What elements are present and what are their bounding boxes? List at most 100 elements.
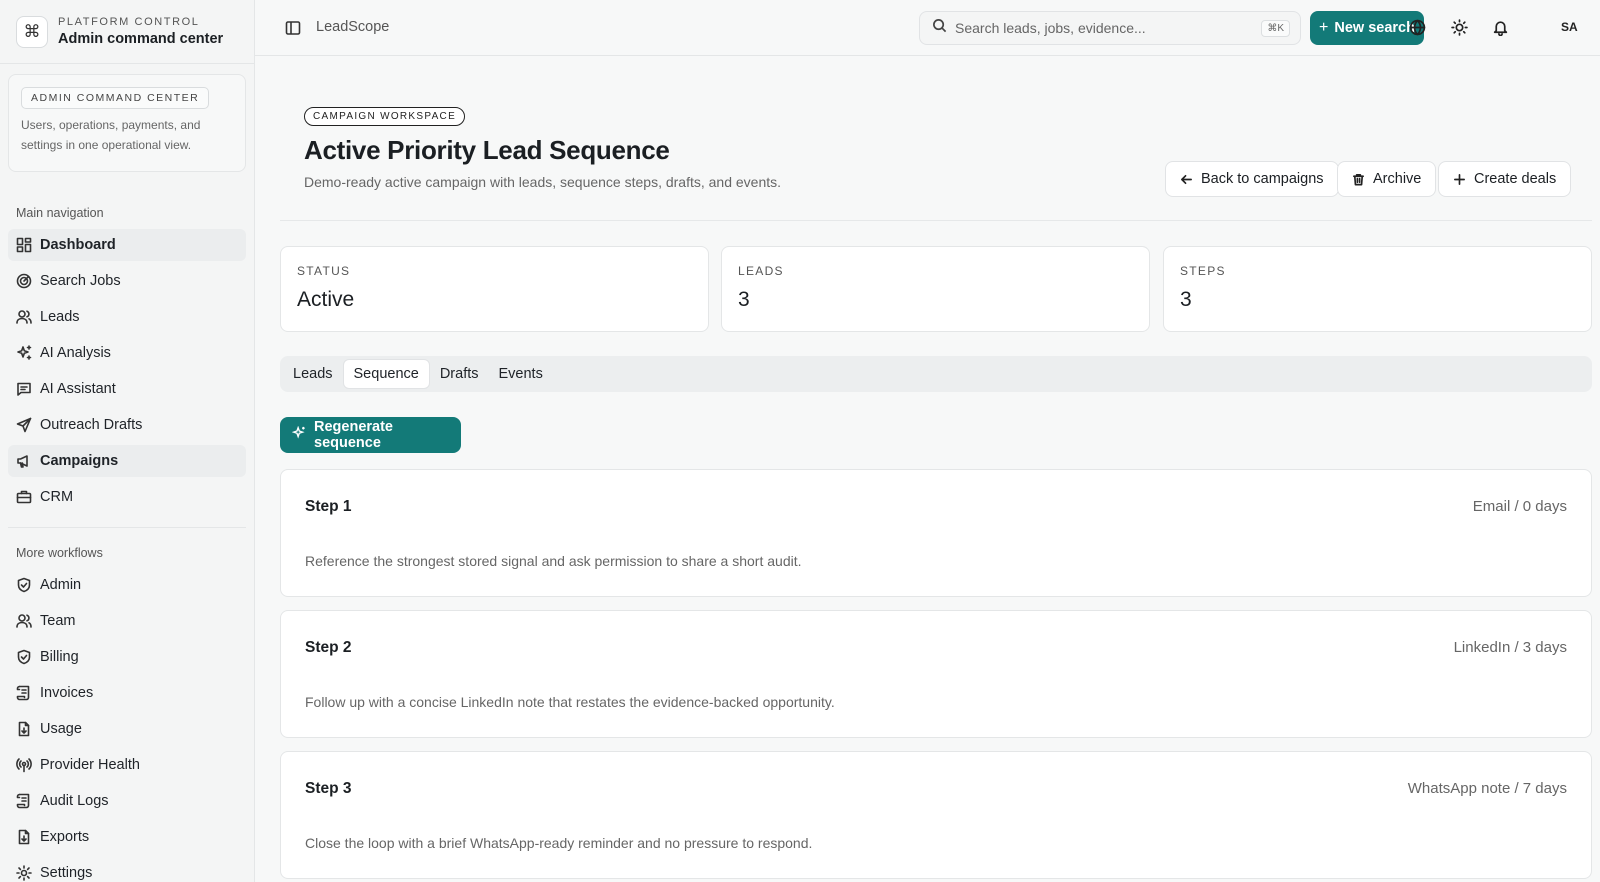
step-title: Step 1 — [305, 498, 352, 515]
stat-label: LEADS — [738, 264, 784, 278]
stat-value: 3 — [1180, 288, 1192, 311]
brand-title: Admin command center — [58, 31, 224, 47]
brand-kicker: PLATFORM CONTROL — [58, 16, 200, 28]
admin-card-description: Users, operations, payments, and setting… — [21, 118, 201, 152]
theme-toggle-icon[interactable] — [1451, 19, 1468, 36]
sidebar-item-provider-health[interactable]: Provider Health — [8, 749, 246, 781]
sidebar-item-label: Admin — [40, 577, 82, 593]
global-search[interactable]: ⌘K — [919, 11, 1301, 45]
scroll-icon — [16, 793, 32, 809]
regenerate-label: Regenerate sequence — [314, 419, 393, 451]
sidebar-item-label: Billing — [40, 649, 79, 665]
avatar[interactable]: SA — [1561, 20, 1578, 34]
step-channel-delay: LinkedIn / 3 days — [1453, 639, 1567, 656]
step-description: Reference the strongest stored signal an… — [305, 553, 802, 569]
topbar: LeadScope ⌘K + New search SA — [255, 0, 1600, 56]
regenerate-sequence-button[interactable]: Regenerate sequence — [280, 417, 461, 453]
campaign-workspace-badge: CAMPAIGN WORKSPACE — [304, 107, 466, 126]
tab-sequence[interactable]: Sequence — [342, 359, 430, 389]
sidebar-item-label: Exports — [40, 829, 90, 845]
sidebar: ⌘ PLATFORM CONTROL Admin command center … — [0, 0, 255, 882]
sidebar-item-label: Search Jobs — [40, 273, 121, 289]
sidebar-item-audit-logs[interactable]: Audit Logs — [8, 785, 246, 817]
plus-icon: + — [1319, 19, 1329, 36]
sidebar-toggle-icon[interactable] — [285, 20, 301, 36]
more-workflows-heading: More workflows — [16, 546, 103, 560]
stat-value: Active — [297, 288, 355, 311]
stat-label: STEPS — [1180, 264, 1226, 278]
scroll-icon — [16, 685, 32, 701]
sidebar-item-leads[interactable]: Leads — [8, 301, 246, 333]
stat-card-steps: STEPS 3 — [1163, 246, 1592, 332]
step-channel-delay: Email / 0 days — [1472, 498, 1567, 515]
sidebar-item-usage[interactable]: Usage — [8, 713, 246, 745]
sidebar-item-label: CRM — [40, 489, 74, 505]
sequence-step-card: Step 3 WhatsApp note / 7 days Close the … — [280, 751, 1592, 879]
admin-info-card: ADMIN COMMAND CENTER Users, operations, … — [8, 74, 246, 172]
shield-check-icon — [16, 577, 32, 593]
megaphone-icon — [16, 453, 32, 469]
brand[interactable]: ⌘ PLATFORM CONTROL Admin command center — [0, 0, 254, 64]
create-deals-button[interactable]: Create deals — [1438, 161, 1572, 197]
users-icon — [16, 309, 32, 325]
main-content: CAMPAIGN WORKSPACE Active Priority Lead … — [255, 56, 1600, 882]
briefcase-icon — [16, 489, 32, 505]
arrow-left-icon — [1180, 173, 1193, 186]
send-icon — [16, 417, 32, 433]
create-deals-label: Create deals — [1474, 171, 1557, 187]
sidebar-item-campaigns[interactable]: Campaigns — [8, 445, 246, 477]
sidebar-item-label: Usage — [40, 721, 82, 737]
file-down-icon — [16, 829, 32, 845]
sidebar-item-label: AI Analysis — [40, 345, 111, 361]
sidebar-item-label: Team — [40, 613, 76, 629]
search-input[interactable] — [955, 20, 1255, 36]
sidebar-item-ai-assistant[interactable]: AI Assistant — [8, 373, 246, 405]
new-search-button[interactable]: + New search — [1310, 11, 1424, 45]
page-subtitle: Demo-ready active campaign with leads, s… — [304, 174, 782, 190]
back-to-campaigns-button[interactable]: Back to campaigns — [1165, 161, 1339, 197]
sidebar-item-team[interactable]: Team — [8, 605, 246, 637]
sidebar-item-label: Settings — [40, 865, 93, 881]
trash-icon — [1352, 173, 1365, 186]
dashboard-icon — [16, 237, 32, 253]
sidebar-item-ai-analysis[interactable]: AI Analysis — [8, 337, 246, 369]
tab-leads[interactable]: Leads — [283, 359, 343, 389]
radio-icon — [16, 757, 32, 773]
sidebar-item-search-jobs[interactable]: Search Jobs — [8, 265, 246, 297]
sidebar-item-label: Audit Logs — [40, 793, 109, 809]
main-nav-heading: Main navigation — [16, 206, 104, 220]
radar-icon — [16, 273, 32, 289]
sidebar-item-admin[interactable]: Admin — [8, 569, 246, 601]
stat-value: 3 — [738, 288, 750, 311]
message-icon — [16, 381, 32, 397]
shield-icon — [16, 649, 32, 665]
tab-events[interactable]: Events — [489, 359, 553, 389]
step-description: Close the loop with a brief WhatsApp-rea… — [305, 835, 813, 851]
sidebar-item-exports[interactable]: Exports — [8, 821, 246, 853]
search-icon — [932, 18, 947, 38]
sidebar-item-dashboard[interactable]: Dashboard — [8, 229, 246, 261]
sequence-step-card: Step 1 Email / 0 days Reference the stro… — [280, 469, 1592, 597]
stat-label: STATUS — [297, 264, 351, 278]
new-search-label: New search — [1334, 20, 1415, 36]
admin-badge: ADMIN COMMAND CENTER — [21, 87, 210, 109]
tab-drafts[interactable]: Drafts — [430, 359, 489, 389]
header-divider — [280, 220, 1592, 221]
sidebar-item-label: Outreach Drafts — [40, 417, 143, 433]
sidebar-item-outreach-drafts[interactable]: Outreach Drafts — [8, 409, 246, 441]
step-channel-delay: WhatsApp note / 7 days — [1407, 780, 1567, 797]
sidebar-item-settings[interactable]: Settings — [8, 857, 246, 882]
sidebar-item-label: Provider Health — [40, 757, 140, 773]
sidebar-item-crm[interactable]: CRM — [8, 481, 246, 513]
archive-button[interactable]: Archive — [1337, 161, 1437, 197]
command-icon: ⌘ — [16, 15, 48, 48]
step-description: Follow up with a concise LinkedIn note t… — [305, 694, 835, 710]
bell-icon[interactable] — [1492, 19, 1509, 37]
globe-icon[interactable] — [1409, 19, 1426, 36]
sidebar-item-invoices[interactable]: Invoices — [8, 677, 246, 709]
sidebar-item-label: Invoices — [40, 685, 94, 701]
stat-card-status: STATUS Active — [280, 246, 709, 332]
sidebar-divider — [8, 527, 246, 528]
sidebar-item-billing[interactable]: Billing — [8, 641, 246, 673]
sidebar-item-label: Dashboard — [40, 237, 116, 253]
